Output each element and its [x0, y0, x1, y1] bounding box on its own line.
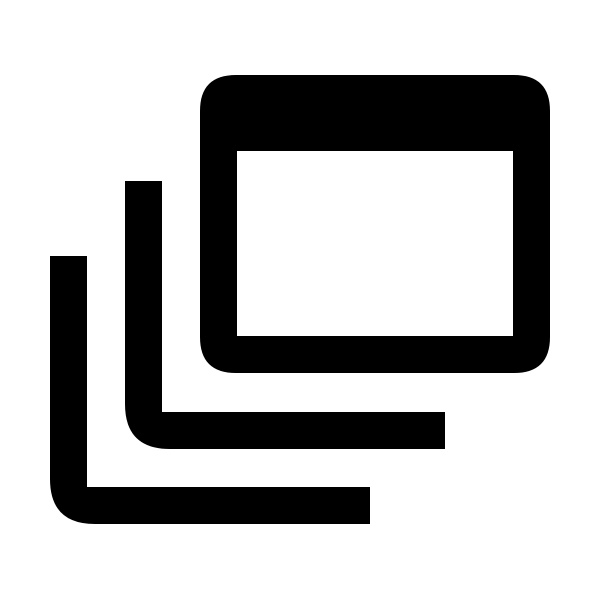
front-window-shape: [200, 75, 550, 373]
stacked-windows-icon: [0, 0, 600, 600]
middle-window-edge: [125, 181, 445, 449]
